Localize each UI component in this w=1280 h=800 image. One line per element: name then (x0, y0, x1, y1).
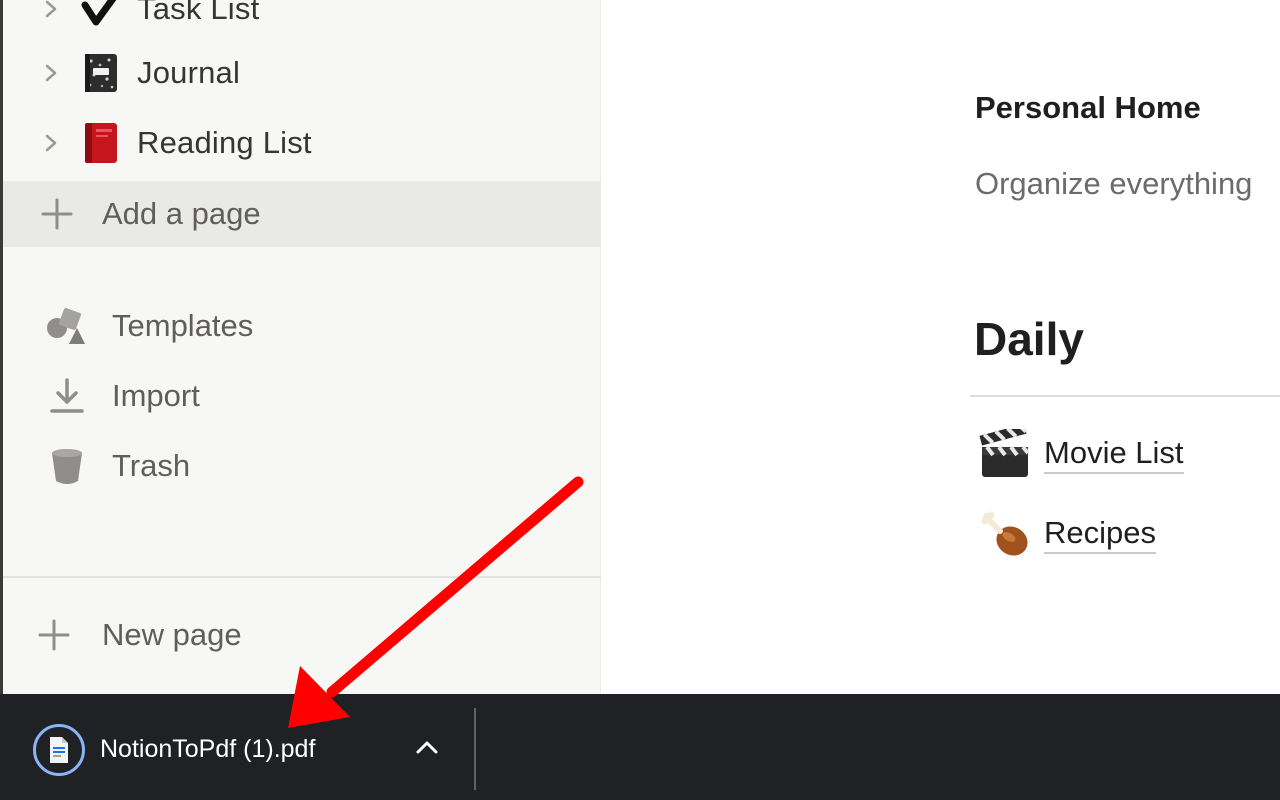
templates-label: Templates (112, 308, 254, 343)
chevron-up-icon[interactable] (414, 737, 440, 757)
new-page-button[interactable]: New page (3, 602, 601, 668)
add-a-page-label: Add a page (102, 196, 261, 231)
add-a-page-button[interactable]: Add a page (3, 181, 601, 247)
clapper-board-icon (978, 427, 1032, 481)
download-icon (45, 374, 89, 418)
sidebar-item-journal[interactable]: Journal (3, 40, 601, 106)
section-heading: Daily (974, 313, 1084, 365)
download-separator (474, 708, 476, 790)
new-page-label: New page (102, 617, 242, 652)
red-book-icon (81, 123, 121, 163)
page-link-recipes[interactable]: Recipes (978, 506, 1156, 562)
page-link-label[interactable]: Recipes (1044, 514, 1156, 554)
trash-label: Trash (112, 448, 191, 483)
sidebar-item-import[interactable]: Import (3, 363, 601, 429)
download-shelf: NotionToPdf (1).pdf (0, 694, 1280, 800)
trash-icon (45, 444, 89, 488)
sidebar: Task List Journal Reading List Add a pag… (3, 0, 601, 695)
poultry-leg-icon (978, 507, 1032, 561)
page-link-movie-list[interactable]: Movie List (978, 426, 1184, 482)
sidebar-item-templates[interactable]: Templates (3, 293, 601, 359)
download-file-name[interactable]: NotionToPdf (1).pdf (100, 735, 315, 764)
sidebar-item-task-list[interactable]: Task List (3, 0, 601, 42)
plus-icon (38, 619, 70, 651)
notebook-icon (81, 53, 121, 93)
sidebar-item-trash[interactable]: Trash (3, 433, 601, 499)
sidebar-divider (3, 576, 601, 578)
import-label: Import (112, 378, 200, 413)
sidebar-item-label: Reading List (137, 125, 312, 160)
plus-icon (41, 198, 73, 230)
page-title: Personal Home (975, 90, 1201, 125)
page-link-label[interactable]: Movie List (1044, 434, 1184, 474)
sidebar-item-label: Journal (137, 55, 241, 90)
shapes-icon (45, 304, 89, 348)
chevron-right-icon[interactable] (41, 0, 61, 19)
sidebar-item-label: Task List (137, 0, 260, 26)
chevron-right-icon[interactable] (41, 133, 61, 153)
checkmark-icon (81, 0, 121, 29)
pdf-file-icon[interactable] (33, 724, 85, 776)
page-description: Organize everything (975, 166, 1253, 201)
section-divider (970, 395, 1280, 397)
sidebar-item-reading-list[interactable]: Reading List (3, 110, 601, 176)
chevron-right-icon[interactable] (41, 63, 61, 83)
